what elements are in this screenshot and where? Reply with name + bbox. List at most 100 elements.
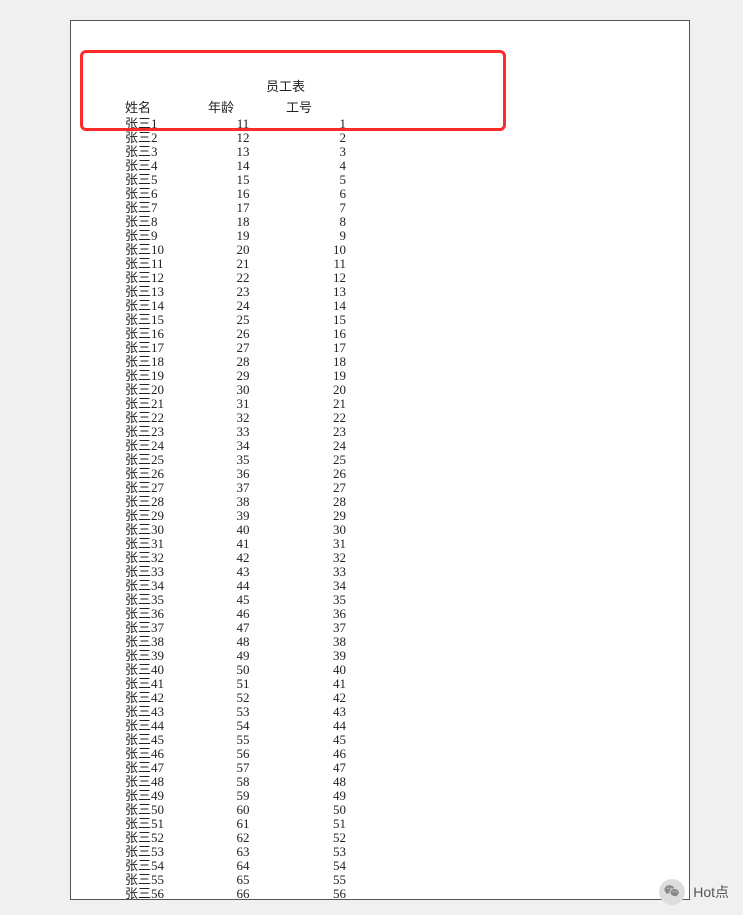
table-row: 张三213121 [121,397,350,411]
cell-empno: 27 [282,481,350,495]
cell-age: 13 [204,145,282,159]
cell-name: 张三8 [121,215,204,229]
cell-empno: 33 [282,565,350,579]
table-row: 张三8188 [121,215,350,229]
cell-age: 20 [204,243,282,257]
table-row: 张三253525 [121,453,350,467]
employee-table: 员工表 姓名 年龄 工号 张三1111张三2122张三3133张三4144张三5… [121,76,350,901]
table-row: 张三384838 [121,635,350,649]
table-row: 张三354535 [121,593,350,607]
source-badge: Hot点 [659,879,729,905]
table-row: 张三455545 [121,733,350,747]
cell-name: 张三36 [121,607,204,621]
table-row: 张三152515 [121,313,350,327]
cell-age: 42 [204,551,282,565]
cell-age: 28 [204,355,282,369]
cell-name: 张三5 [121,173,204,187]
cell-name: 张三52 [121,831,204,845]
cell-empno: 31 [282,537,350,551]
cell-empno: 41 [282,677,350,691]
table-row: 张三162616 [121,327,350,341]
cell-name: 张三1 [121,117,204,131]
cell-empno: 39 [282,649,350,663]
cell-age: 59 [204,789,282,803]
table-row: 张三536353 [121,845,350,859]
cell-age: 41 [204,537,282,551]
table-row: 张三485848 [121,775,350,789]
cell-age: 45 [204,593,282,607]
cell-name: 张三14 [121,299,204,313]
cell-empno: 21 [282,397,350,411]
cell-age: 54 [204,719,282,733]
cell-name: 张三30 [121,523,204,537]
cell-age: 15 [204,173,282,187]
cell-name: 张三12 [121,271,204,285]
cell-empno: 2 [282,131,350,145]
cell-empno: 3 [282,145,350,159]
cell-name: 张三39 [121,649,204,663]
cell-name: 张三15 [121,313,204,327]
cell-empno: 22 [282,411,350,425]
cell-empno: 35 [282,593,350,607]
cell-name: 张三55 [121,873,204,887]
table-row: 张三9199 [121,229,350,243]
cell-empno: 24 [282,439,350,453]
cell-age: 21 [204,257,282,271]
table-row: 张三304030 [121,523,350,537]
cell-name: 张三47 [121,761,204,775]
table-row: 张三1111 [121,117,350,131]
cell-name: 张三37 [121,621,204,635]
cell-empno: 5 [282,173,350,187]
cell-name: 张三33 [121,565,204,579]
cell-empno: 12 [282,271,350,285]
cell-name: 张三18 [121,355,204,369]
cell-age: 55 [204,733,282,747]
table-row: 张三465646 [121,747,350,761]
cell-empno: 9 [282,229,350,243]
cell-name: 张三45 [121,733,204,747]
cell-age: 11 [204,117,282,131]
cell-empno: 13 [282,285,350,299]
cell-empno: 36 [282,607,350,621]
cell-name: 张三41 [121,677,204,691]
col-header-empno: 工号 [282,97,350,117]
table-row: 张三192919 [121,369,350,383]
cell-empno: 10 [282,243,350,257]
cell-age: 31 [204,397,282,411]
cell-name: 张三34 [121,579,204,593]
cell-age: 12 [204,131,282,145]
cell-age: 39 [204,509,282,523]
cell-empno: 14 [282,299,350,313]
cell-empno: 16 [282,327,350,341]
cell-empno: 40 [282,663,350,677]
cell-empno: 44 [282,719,350,733]
cell-name: 张三46 [121,747,204,761]
cell-age: 66 [204,887,282,901]
cell-age: 23 [204,285,282,299]
cell-name: 张三17 [121,341,204,355]
cell-empno: 32 [282,551,350,565]
cell-name: 张三51 [121,817,204,831]
cell-age: 22 [204,271,282,285]
cell-age: 51 [204,677,282,691]
cell-age: 53 [204,705,282,719]
cell-age: 60 [204,803,282,817]
cell-age: 33 [204,425,282,439]
cell-age: 26 [204,327,282,341]
cell-name: 张三23 [121,425,204,439]
table-row: 张三364636 [121,607,350,621]
table-row: 张三516151 [121,817,350,831]
cell-age: 19 [204,229,282,243]
cell-name: 张三56 [121,887,204,901]
cell-age: 57 [204,761,282,775]
cell-empno: 50 [282,803,350,817]
table-row: 张三475747 [121,761,350,775]
cell-age: 44 [204,579,282,593]
cell-name: 张三26 [121,467,204,481]
cell-empno: 7 [282,201,350,215]
cell-empno: 19 [282,369,350,383]
cell-age: 47 [204,621,282,635]
cell-empno: 51 [282,817,350,831]
cell-name: 张三28 [121,495,204,509]
cell-age: 64 [204,859,282,873]
